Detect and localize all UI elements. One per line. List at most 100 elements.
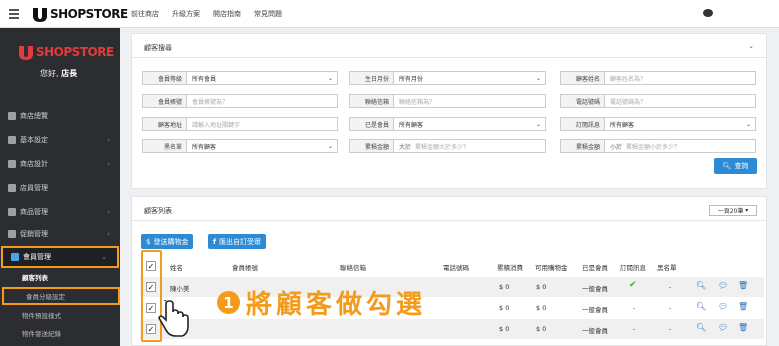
input-placeholder[interactable]: 顧客姓名為？: [605, 72, 755, 84]
select-value[interactable]: 所有顧客 ⌄: [605, 118, 755, 130]
greeting-prefix: 您好,: [40, 69, 59, 78]
search-icon[interactable]: 🔍︎: [696, 281, 706, 290]
member-level-select[interactable]: 會員等級 所有會員 ⌄: [142, 71, 338, 85]
col-name[interactable]: 姓名: [170, 262, 183, 272]
search-icon[interactable]: 🔍︎: [696, 302, 706, 311]
col-subscribed[interactable]: 訂閱訊息: [620, 262, 646, 272]
email-input[interactable]: 聯絡信箱 聯絡信箱為？: [349, 94, 546, 108]
menu-icon[interactable]: [9, 9, 19, 21]
col-blacklist[interactable]: 黑名單: [657, 262, 677, 272]
trash-icon[interactable]: 🗑︎: [738, 302, 748, 311]
send-credit-button[interactable]: $ 發送購物金: [141, 234, 194, 249]
sidebar-sub-send-log[interactable]: 物件發送紀錄: [0, 326, 120, 340]
chevron-right-icon: ›: [107, 208, 110, 216]
col-credit[interactable]: 可用購物金: [535, 262, 568, 272]
brand-logo[interactable]: SHOPSTORE: [32, 6, 128, 22]
cell-blacklist: -: [669, 304, 672, 312]
users-icon: [11, 253, 19, 261]
phone-input[interactable]: 電話號碼 電話號碼為？: [560, 94, 756, 108]
trash-icon[interactable]: 🗑︎: [738, 323, 748, 332]
export-audience-label: 匯出自訂受眾: [219, 237, 262, 246]
field-text: 所有顧客: [399, 121, 424, 129]
query-button[interactable]: 🔍︎ 查詢: [714, 158, 757, 174]
field-prefix: 大於: [399, 143, 412, 151]
sidebar-item-design[interactable]: 商店設計 ›: [0, 155, 120, 173]
sidebar-item-promotions[interactable]: 促銷管理 ›: [0, 225, 120, 243]
field-text: 顧客姓名為？: [610, 75, 647, 83]
input-placeholder[interactable]: 電話號碼為？: [605, 95, 755, 107]
comment-icon[interactable]: 💬︎: [718, 302, 728, 311]
col-account[interactable]: 會員帳號: [232, 262, 258, 272]
per-page-select[interactable]: 一頁20筆 ▾: [709, 205, 757, 216]
sidebar-sub-member-levels[interactable]: 會員分級設定: [2, 287, 120, 305]
export-audience-button[interactable]: f 匯出自訂受眾: [208, 234, 267, 249]
spent-less-input[interactable]: 累積金額 小於 累積金額小於多少？: [560, 139, 756, 153]
chevron-down-icon: ⌄: [745, 120, 751, 128]
cell-spent: $ 0: [499, 325, 510, 333]
field-label: 訂閱訊息: [561, 118, 605, 130]
facebook-icon: f: [213, 237, 217, 246]
col-email[interactable]: 聯絡信箱: [340, 262, 366, 272]
nav-upgrade[interactable]: 升級方案: [172, 9, 200, 19]
field-label: 累積金額: [561, 140, 605, 152]
spent-greater-input[interactable]: 累積金額 大於 累積金額大於多少？: [349, 139, 546, 153]
comment-icon[interactable]: 💬︎: [718, 281, 728, 290]
nav-go-store[interactable]: 前往商店: [131, 9, 159, 19]
list-panel-title: 顧客列表: [144, 207, 172, 215]
sidebar-sub-default-style[interactable]: 物件預設樣式: [0, 308, 120, 322]
cell-subscribed: -: [633, 304, 636, 312]
col-member[interactable]: 已是會員: [582, 262, 608, 272]
input-placeholder[interactable]: 大於 累積金額大於多少？: [394, 140, 545, 152]
blacklist-select[interactable]: 黑名單 所有顧客 ⌄: [142, 139, 338, 153]
col-phone[interactable]: 電話號碼: [443, 262, 469, 272]
collapse-chevron-icon[interactable]: ⌄: [748, 42, 754, 50]
cell-credit: $ 0: [536, 325, 547, 333]
hand-pointer-icon: [158, 300, 189, 337]
select-value[interactable]: 所有顧客 ⌄: [394, 118, 545, 130]
cell-member: 一般會員: [582, 327, 608, 335]
sidebar-item-staff[interactable]: 店員管理: [0, 179, 120, 197]
input-placeholder[interactable]: 聯絡信箱為？: [394, 95, 545, 107]
customer-name-input[interactable]: 顧客姓名 顧客姓名為？: [560, 71, 756, 85]
select-value[interactable]: 所有會員 ⌄: [187, 72, 337, 84]
divider: [132, 220, 766, 221]
brush-icon: [8, 160, 16, 168]
greeting: 您好, 店長: [40, 68, 77, 79]
subscription-select[interactable]: 訂閱訊息 所有顧客 ⌄: [560, 117, 756, 131]
comment-icon[interactable]: 💬︎: [718, 323, 728, 332]
sidebar-item-products[interactable]: 商品管理 ›: [0, 203, 120, 221]
dollar-icon: $: [146, 237, 151, 246]
input-placeholder[interactable]: 小於 累積金額小於多少？: [605, 140, 755, 152]
nav-guide[interactable]: 開店指南: [213, 9, 241, 19]
sidebar-logo: SHOPSTORE: [18, 44, 114, 60]
chat-icon[interactable]: [703, 9, 713, 17]
select-value[interactable]: 所有月份 ⌄: [394, 72, 545, 84]
field-text: 累積金額大於多少？: [415, 143, 470, 151]
field-text: 聯絡信箱為？: [399, 98, 436, 106]
search-icon[interactable]: 🔍︎: [696, 323, 706, 332]
instruction-callout: 1 將顧客做勾選: [217, 284, 426, 321]
address-input[interactable]: 顧客地址 請輸入地址關鍵字: [142, 117, 338, 131]
select-value[interactable]: 所有顧客 ⌄: [187, 140, 337, 152]
is-member-select[interactable]: 已是會員 所有顧客 ⌄: [349, 117, 546, 131]
sidebar-item-overview[interactable]: 商店總覽: [0, 107, 120, 125]
col-spent[interactable]: 累積消費: [497, 262, 523, 272]
birthday-month-select[interactable]: 生日月份 所有月份 ⌄: [349, 71, 546, 85]
sidebar-item-settings[interactable]: 基本設定 ›: [0, 131, 120, 149]
trash-icon[interactable]: 🗑︎: [738, 281, 748, 290]
nav-faq[interactable]: 常見問題: [254, 9, 282, 19]
megaphone-icon: [8, 230, 16, 238]
cell-member: 一般會員: [582, 285, 608, 293]
sidebar-item-label: 促銷管理: [20, 230, 48, 238]
sidebar-item-members[interactable]: 會員管理 ⌄: [1, 246, 119, 268]
field-text: 會員帳號為？: [192, 98, 229, 106]
table-row[interactable]: $ 0 $ 0 一般會員 - - 🔍︎ 💬︎ 🗑︎: [140, 319, 764, 339]
input-placeholder[interactable]: 請輸入地址關鍵字: [187, 118, 337, 130]
sidebar: SHOPSTORE 您好, 店長 商店總覽 基本設定 › 商店設計 › 店員管理 商…: [0, 28, 120, 346]
top-bar: SHOPSTORE 前往商店 升級方案 開店指南 常見問題: [0, 0, 779, 28]
chevron-right-icon: ›: [107, 160, 110, 168]
input-placeholder[interactable]: 會員帳號為？: [187, 95, 337, 107]
sidebar-sub-customer-list[interactable]: 顧客列表: [0, 270, 120, 284]
member-account-input[interactable]: 會員帳號 會員帳號為？: [142, 94, 338, 108]
field-text: 所有月份: [399, 75, 424, 83]
